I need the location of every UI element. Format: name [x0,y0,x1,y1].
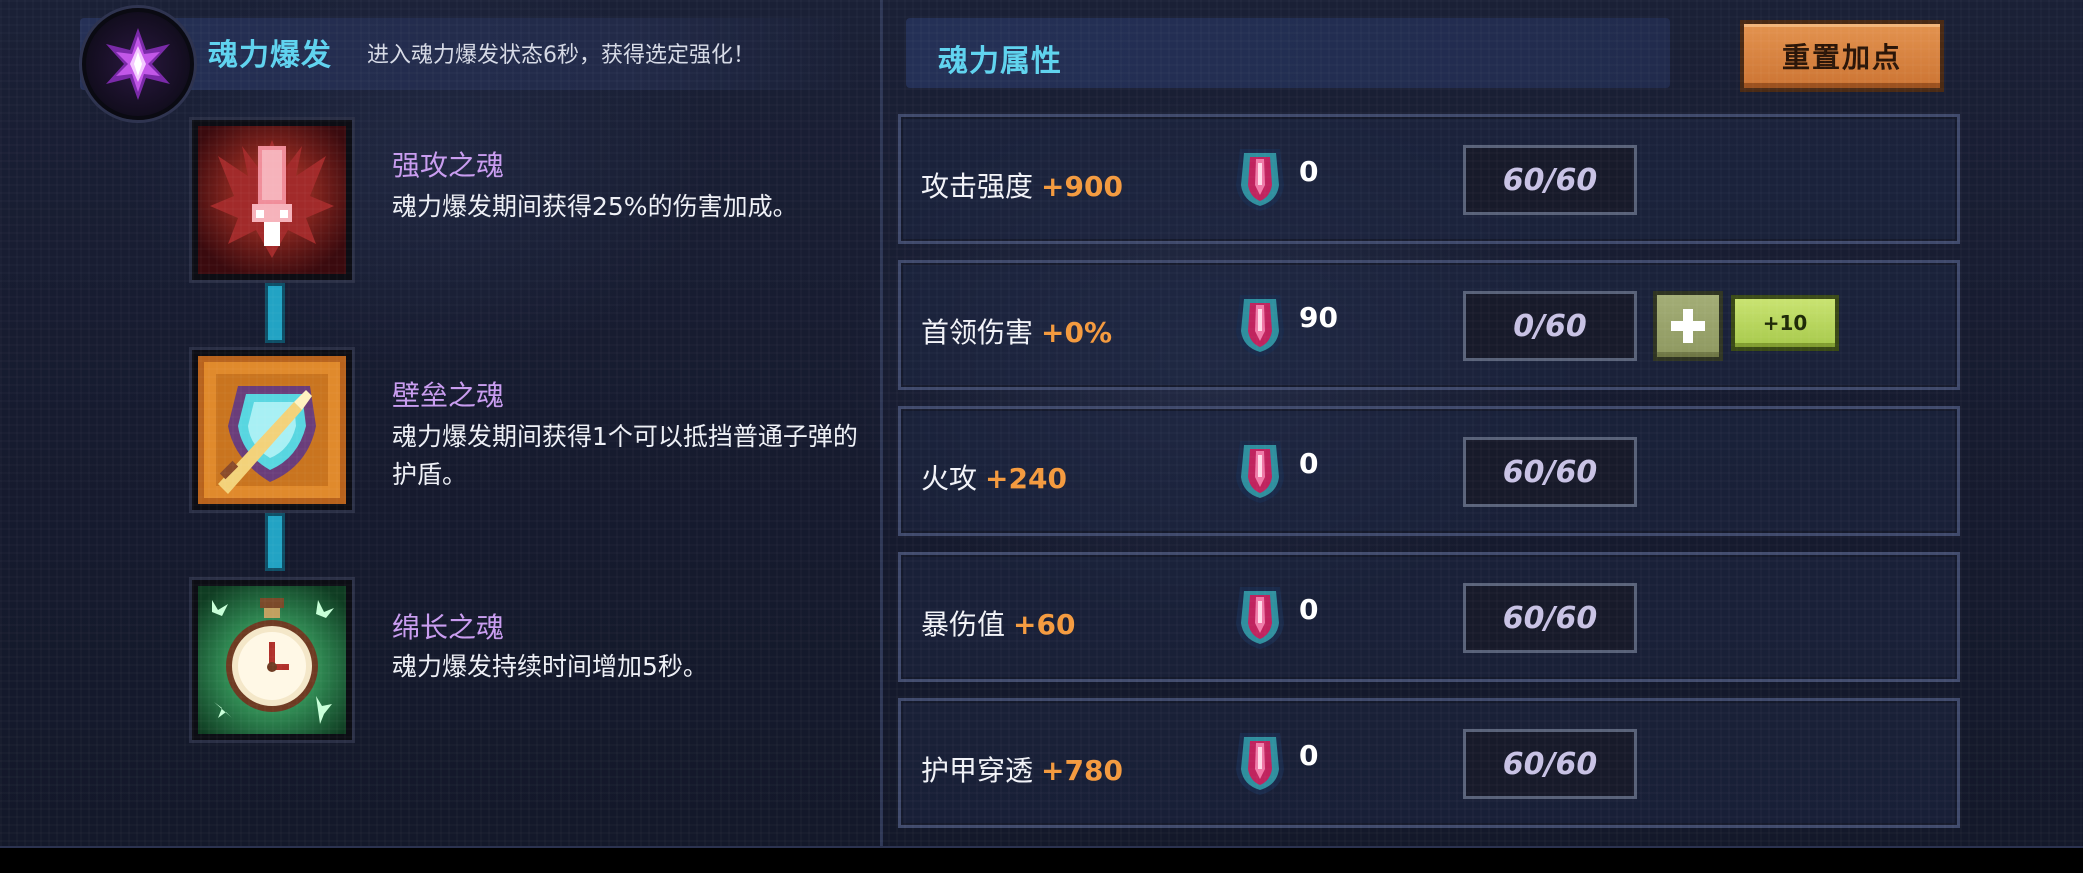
level-progress: 0/60 [1463,291,1637,361]
skill-desc: 魂力爆发期间获得1个可以抵挡普通子弹的护盾。 [392,422,858,489]
reset-points-button[interactable]: 重置加点 [1740,20,1944,92]
attribute-label: 火攻 [921,462,978,495]
attribute-bonus: +0% [1041,316,1113,349]
attribute-label: 护甲穿透 [921,754,1034,787]
soul-gem-icon [1236,587,1284,649]
bottom-bar [0,846,2083,873]
green-stopwatch-icon [198,586,346,734]
attribute-row-fire-attack: 火攻 +240 0 60/60 [898,406,1960,536]
soul-power-screen: 魂力爆发 进入魂力爆发状态6秒，获得选定强化！ 魂力属性 重置加点 强攻之魂 魂… [0,0,2083,848]
skill-icon-strong-attack[interactable] [192,120,352,280]
skill-desc: 魂力爆发期间获得25%的伤害加成。 [392,192,798,221]
attribute-bonus: +780 [1041,754,1123,787]
skill-name: 壁垒之魂 [392,379,505,412]
skill-name: 绵长之魂 [392,611,505,644]
attribute-name: 首领伤害 +0% [921,311,1112,351]
skill-desc: 魂力爆发持续时间增加5秒。 [392,652,708,681]
attribute-name: 护甲穿透 +780 [921,749,1123,789]
attribute-name: 攻击强度 +900 [921,165,1123,205]
attribute-row-attack-power: 攻击强度 +900 0 60/60 [898,114,1960,244]
plus-icon [1671,309,1705,343]
attribute-row-boss-damage: 首领伤害 +0% 90 0/60 +10 [898,260,1960,390]
burst-emblem-icon [82,8,194,120]
burst-title: 魂力爆发 [208,38,332,73]
red-squid-icon [198,126,346,274]
soul-gem-icon [1236,149,1284,211]
add-ten-points-button[interactable]: +10 [1731,295,1839,351]
attribute-bonus: +240 [985,462,1067,495]
level-progress: 60/60 [1463,437,1637,507]
props-title: 魂力属性 [938,44,1062,79]
skill-icon-enduring[interactable] [192,580,352,740]
level-progress: 60/60 [1463,145,1637,215]
add-point-button[interactable] [1653,291,1723,361]
attribute-name: 暴伤值 +60 [921,603,1075,643]
attribute-label: 首领伤害 [921,316,1034,349]
gem-count: 0 [1299,447,1319,480]
level-progress: 60/60 [1463,729,1637,799]
attribute-label: 暴伤值 [921,608,1006,641]
level-progress: 60/60 [1463,583,1637,653]
gem-count: 90 [1299,301,1338,334]
skill-connector [268,516,282,568]
burst-subtitle: 进入魂力爆发状态6秒，获得选定强化！ [367,43,755,68]
attribute-name: 火攻 +240 [921,457,1067,497]
attribute-row-armor-penetration: 护甲穿透 +780 0 60/60 [898,698,1960,828]
panel-divider [880,0,883,846]
attribute-bonus: +900 [1041,170,1123,203]
skill-name: 强攻之魂 [392,149,505,182]
soul-gem-icon [1236,733,1284,795]
soul-gem-icon [1236,295,1284,357]
skill-icon-bulwark[interactable] [192,350,352,510]
attribute-row-crit-damage: 暴伤值 +60 0 60/60 [898,552,1960,682]
skill-connector [268,286,282,340]
attribute-bonus: +60 [1013,608,1076,641]
gem-count: 0 [1299,739,1319,772]
gem-count: 0 [1299,155,1319,188]
attribute-label: 攻击强度 [921,170,1034,203]
soul-gem-icon [1236,441,1284,503]
gem-count: 0 [1299,593,1319,626]
shield-sword-icon [198,356,346,504]
